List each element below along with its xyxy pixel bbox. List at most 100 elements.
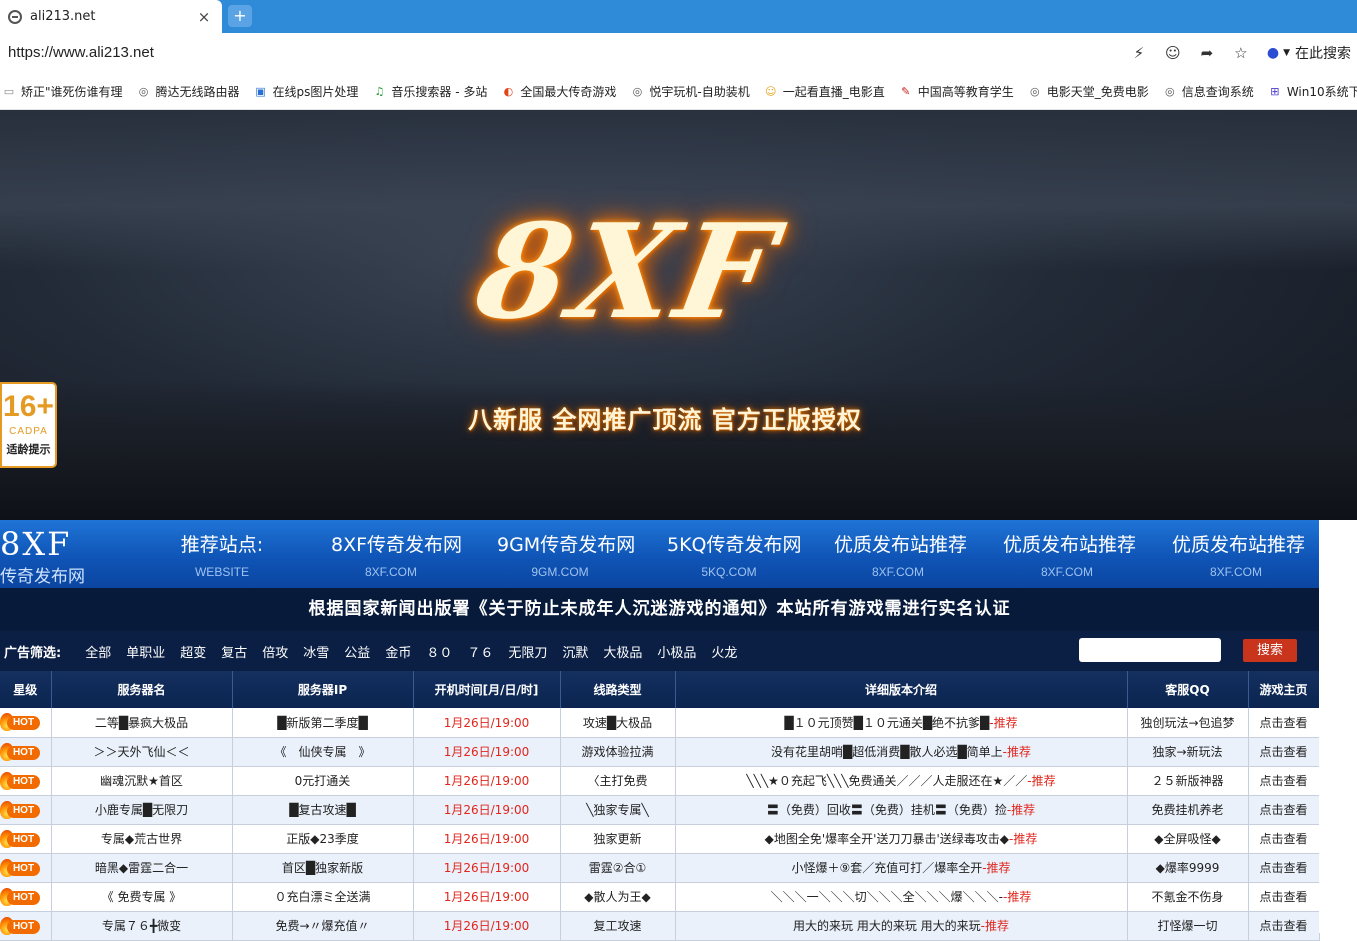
column-header: 开机时间[月/日/时] <box>413 671 561 708</box>
url-field[interactable]: https://www.ali213.net <box>8 44 154 61</box>
search-input[interactable] <box>1079 638 1221 662</box>
hot-label: HOT <box>7 861 40 876</box>
view-homepage-link[interactable]: 点击查看 <box>1248 853 1320 883</box>
recommend-tag: -推荐 <box>980 919 1009 933</box>
filter-option[interactable]: 复古 <box>221 642 247 661</box>
bookmark-item[interactable]: ◎ 电影天堂_免费电影 <box>1028 83 1149 100</box>
recommend-name: 9GM传奇发布网 <box>497 534 636 556</box>
server-name[interactable]: 《 免费专属 》 <box>51 882 233 912</box>
star-icon[interactable]: ☆ <box>1231 43 1251 63</box>
table-row[interactable]: HOT 专属◆荒古世界 正版◆23季度 1月26日/19:00 独家更新 ◆地图全免'爆率… <box>0 824 1320 854</box>
recommend-name: 优质发布站推荐 <box>1003 534 1137 556</box>
recommend-site-link[interactable]: 优质发布站推荐 8XF.COM <box>834 533 968 579</box>
lightning-icon[interactable]: ⚡ <box>1129 43 1149 63</box>
bookmark-item[interactable]: ⊞ Win10系统下 <box>1268 83 1357 100</box>
server-name[interactable]: ＞＞天外飞仙＜＜ <box>51 737 233 767</box>
globe-icon: ◎ <box>1164 84 1175 98</box>
filter-option[interactable]: 全部 <box>85 642 111 661</box>
version-intro[interactable]: 小怪爆＋⑨套／充值可打／爆率全开-推荐 <box>675 853 1128 883</box>
bookmark-label: 电影天堂_免费电影 <box>1046 84 1149 99</box>
filter-option[interactable]: 无限刀 <box>508 642 547 661</box>
filter-option[interactable]: 超变 <box>180 642 206 661</box>
view-homepage-link[interactable]: 点击查看 <box>1248 795 1320 825</box>
version-intro[interactable]: ◆地图全免'爆率全开'送刀刀暴击'送绿毒攻击◆-推荐 <box>675 824 1128 854</box>
server-name[interactable]: 小鹿专属█无限刀 <box>51 795 233 825</box>
server-name[interactable]: 专属７６╋微变 <box>51 911 233 941</box>
star-cell: HOT <box>0 795 52 825</box>
server-name[interactable]: 专属◆荒古世界 <box>51 824 233 854</box>
new-tab-button[interactable]: + <box>228 5 252 27</box>
filter-option[interactable]: 沉默 <box>562 642 588 661</box>
bookmark-item[interactable]: ◎ 悦宇玩机-自助装机 <box>630 83 750 100</box>
filter-option[interactable]: ８０ <box>426 642 452 661</box>
share-icon[interactable]: ➦ <box>1197 43 1217 63</box>
version-intro[interactable]: █１０元顶赞█１０元通关█绝不抗爹█-推荐 <box>675 708 1128 738</box>
table-row[interactable]: HOT 小鹿专属█无限刀 █复古攻速█ 1月26日/19:00 ╲独家专属╲ 〓（免费）回… <box>0 795 1320 825</box>
server-name[interactable]: 暗黑◆雷霆二合一 <box>51 853 233 883</box>
version-intro[interactable]: 〓（免费）回收〓（免费）挂机〓（免费）捡-推荐 <box>675 795 1128 825</box>
recommend-bar: 8XF 传奇发布网 推荐站点: WEBSITE 8XF传奇发布网 8XF.COM 9GM… <box>0 520 1319 588</box>
table-row[interactable]: HOT 专属７６╋微变 免费→〃爆充值〃 1月26日/19:00 复工攻速 用大的来玩 用… <box>0 911 1320 941</box>
recommend-site-link[interactable]: 9GM传奇发布网 9GM.COM <box>497 533 636 579</box>
intro-text: █１０元顶赞█１０元通关█绝不抗爹█ <box>784 715 990 730</box>
filter-option[interactable]: 冰雪 <box>303 642 329 661</box>
view-homepage-link[interactable]: 点击查看 <box>1248 708 1320 738</box>
toolbar-icons: ⚡ ☺ ➦ ☆ ● ▼ 在此搜索 <box>1115 41 1351 65</box>
view-homepage-link[interactable]: 点击查看 <box>1248 882 1320 912</box>
bookmark-item[interactable]: ▣ 在线ps图片处理 <box>254 83 358 100</box>
recommend-site-link[interactable]: 优质发布站推荐 8XF.COM <box>1003 533 1137 579</box>
table-row[interactable]: HOT 二等█暴疯大极品 █新版第二季度█ 1月26日/19:00 攻速█大极品 █１０元… <box>0 708 1320 738</box>
bookmark-item[interactable]: ♫ 音乐搜索器 - 多站 <box>372 83 487 100</box>
table-row[interactable]: HOT 暗黑◆雷霆二合一 首区█独家新版 1月26日/19:00 雷霆②合① 小怪爆＋⑨套… <box>0 853 1320 883</box>
search-button[interactable]: 搜索 <box>1243 639 1297 662</box>
recommend-name: 5KQ传奇发布网 <box>667 534 802 556</box>
bookmark-item[interactable]: ✎ 中国高等教育学生 <box>899 83 1014 100</box>
music-icon: ♫ <box>374 84 385 98</box>
filter-option[interactable]: ７６ <box>467 642 493 661</box>
extension-icon[interactable]: ☺ <box>1163 43 1183 63</box>
version-intro[interactable]: 没有花里胡哨█超低消费█散人必选█简单上-推荐 <box>675 737 1128 767</box>
recommend-site-link[interactable]: 优质发布站推荐 8XF.COM <box>1172 533 1305 579</box>
bookmark-item[interactable]: ☺ 一起看直播_电影直 <box>764 83 885 100</box>
bookmark-label: 中国高等教育学生 <box>917 84 1014 99</box>
site-logo[interactable]: 8XF 传奇发布网 <box>0 528 110 587</box>
intro-text: 用大的来玩 用大的来玩 用大的来玩 <box>793 919 981 933</box>
table-row[interactable]: HOT ＞＞天外飞仙＜＜《 仙侠专属 》 1月26日/19:00 游戏体验拉满 没有花里… <box>0 737 1320 767</box>
hot-badge-icon: HOT <box>0 829 40 849</box>
view-homepage-link[interactable]: 点击查看 <box>1248 911 1320 941</box>
filter-option[interactable]: 火龙 <box>711 642 737 661</box>
bookmark-label: 一起看直播_电影直 <box>782 84 885 99</box>
recommend-name: 优质发布站推荐 <box>834 534 968 556</box>
recommend-name: 8XF传奇发布网 <box>331 534 463 556</box>
filter-option[interactable]: 金币 <box>385 642 411 661</box>
hot-label: HOT <box>7 890 40 905</box>
recommend-site-link[interactable]: 5KQ传奇发布网 5KQ.COM <box>667 533 802 579</box>
version-intro[interactable]: ＼＼＼一＼＼＼切＼＼＼全＼＼＼爆＼＼＼--推荐 <box>675 882 1128 912</box>
version-intro[interactable]: ╲╲╲★０充起飞╲╲╲免费通关／／／人走服还在★／／-推荐 <box>675 766 1128 796</box>
browser-tab[interactable]: ali213.net × <box>0 0 222 33</box>
service-qq: 不氪金不伤身 <box>1127 882 1249 912</box>
bookmark-item[interactable]: ◎ 信息查询系统 <box>1163 83 1254 100</box>
table-row[interactable]: HOT 幽魂沉默★首区 0元打通关 1月26日/19:00 〈主打免费 ╲╲╲★０充起飞╲… <box>0 766 1320 796</box>
view-homepage-link[interactable]: 点击查看 <box>1248 766 1320 796</box>
view-homepage-link[interactable]: 点击查看 <box>1248 737 1320 767</box>
search-engine-selector[interactable]: ● ▼ 在此搜索 <box>1267 43 1351 63</box>
bookmark-item[interactable]: ◐ 全国最大传奇游戏 <box>501 83 617 100</box>
close-tab-icon[interactable]: × <box>194 8 214 26</box>
filter-option[interactable]: 单职业 <box>126 642 165 661</box>
version-intro[interactable]: 用大的来玩 用大的来玩 用大的来玩-推荐 <box>675 911 1128 941</box>
column-header: 服务器IP <box>232 671 414 708</box>
hero-banner[interactable]: 16+ CADPA 适龄提示 8XF 八新服 全网推广顶流 官方正版授权 <box>0 110 1357 520</box>
server-name[interactable]: 幽魂沉默★首区 <box>51 766 233 796</box>
filter-option[interactable]: 小极品 <box>657 642 696 661</box>
server-name[interactable]: 二等█暴疯大极品 <box>51 708 233 738</box>
view-homepage-link[interactable]: 点击查看 <box>1248 824 1320 854</box>
recommend-site-link[interactable]: 8XF传奇发布网 8XF.COM <box>331 533 463 579</box>
bookmark-item[interactable]: ◎ 腾达无线路由器 <box>137 83 240 100</box>
bookmark-item[interactable]: ▭ 矫正"谁死伤谁有理 <box>2 83 123 100</box>
filter-option[interactable]: 倍攻 <box>262 642 288 661</box>
filter-option[interactable]: 大极品 <box>603 642 642 661</box>
table-row[interactable]: HOT 《 免费专属 》 ０充白漂ミ全送满 1月26日/19:00 ◆散人为王◆ ＼＼＼一… <box>0 882 1320 912</box>
paw-icon: ● <box>1266 45 1280 61</box>
filter-option[interactable]: 公益 <box>344 642 370 661</box>
